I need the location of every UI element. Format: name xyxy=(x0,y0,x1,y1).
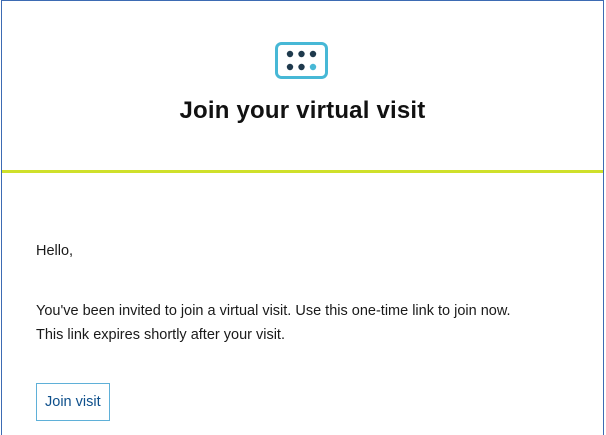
email-body: Hello, You've been invited to join a vir… xyxy=(36,239,583,343)
join-visit-button[interactable]: Join visit xyxy=(36,383,110,421)
message-line-1: You've been invited to join a virtual vi… xyxy=(36,303,511,319)
email-title: Join your virtual visit xyxy=(179,97,426,124)
email-header: Join your virtual visit xyxy=(2,1,603,169)
nine-dot-grid-icon xyxy=(275,42,328,79)
invitation-message: You've been invited to join a virtual vi… xyxy=(36,299,596,347)
greeting-text: Hello, xyxy=(36,243,74,259)
email-card: Join your virtual visit Hello, You've be… xyxy=(1,0,604,435)
message-line-2: This link expires shortly after your vis… xyxy=(36,327,285,343)
header-divider xyxy=(2,170,603,173)
